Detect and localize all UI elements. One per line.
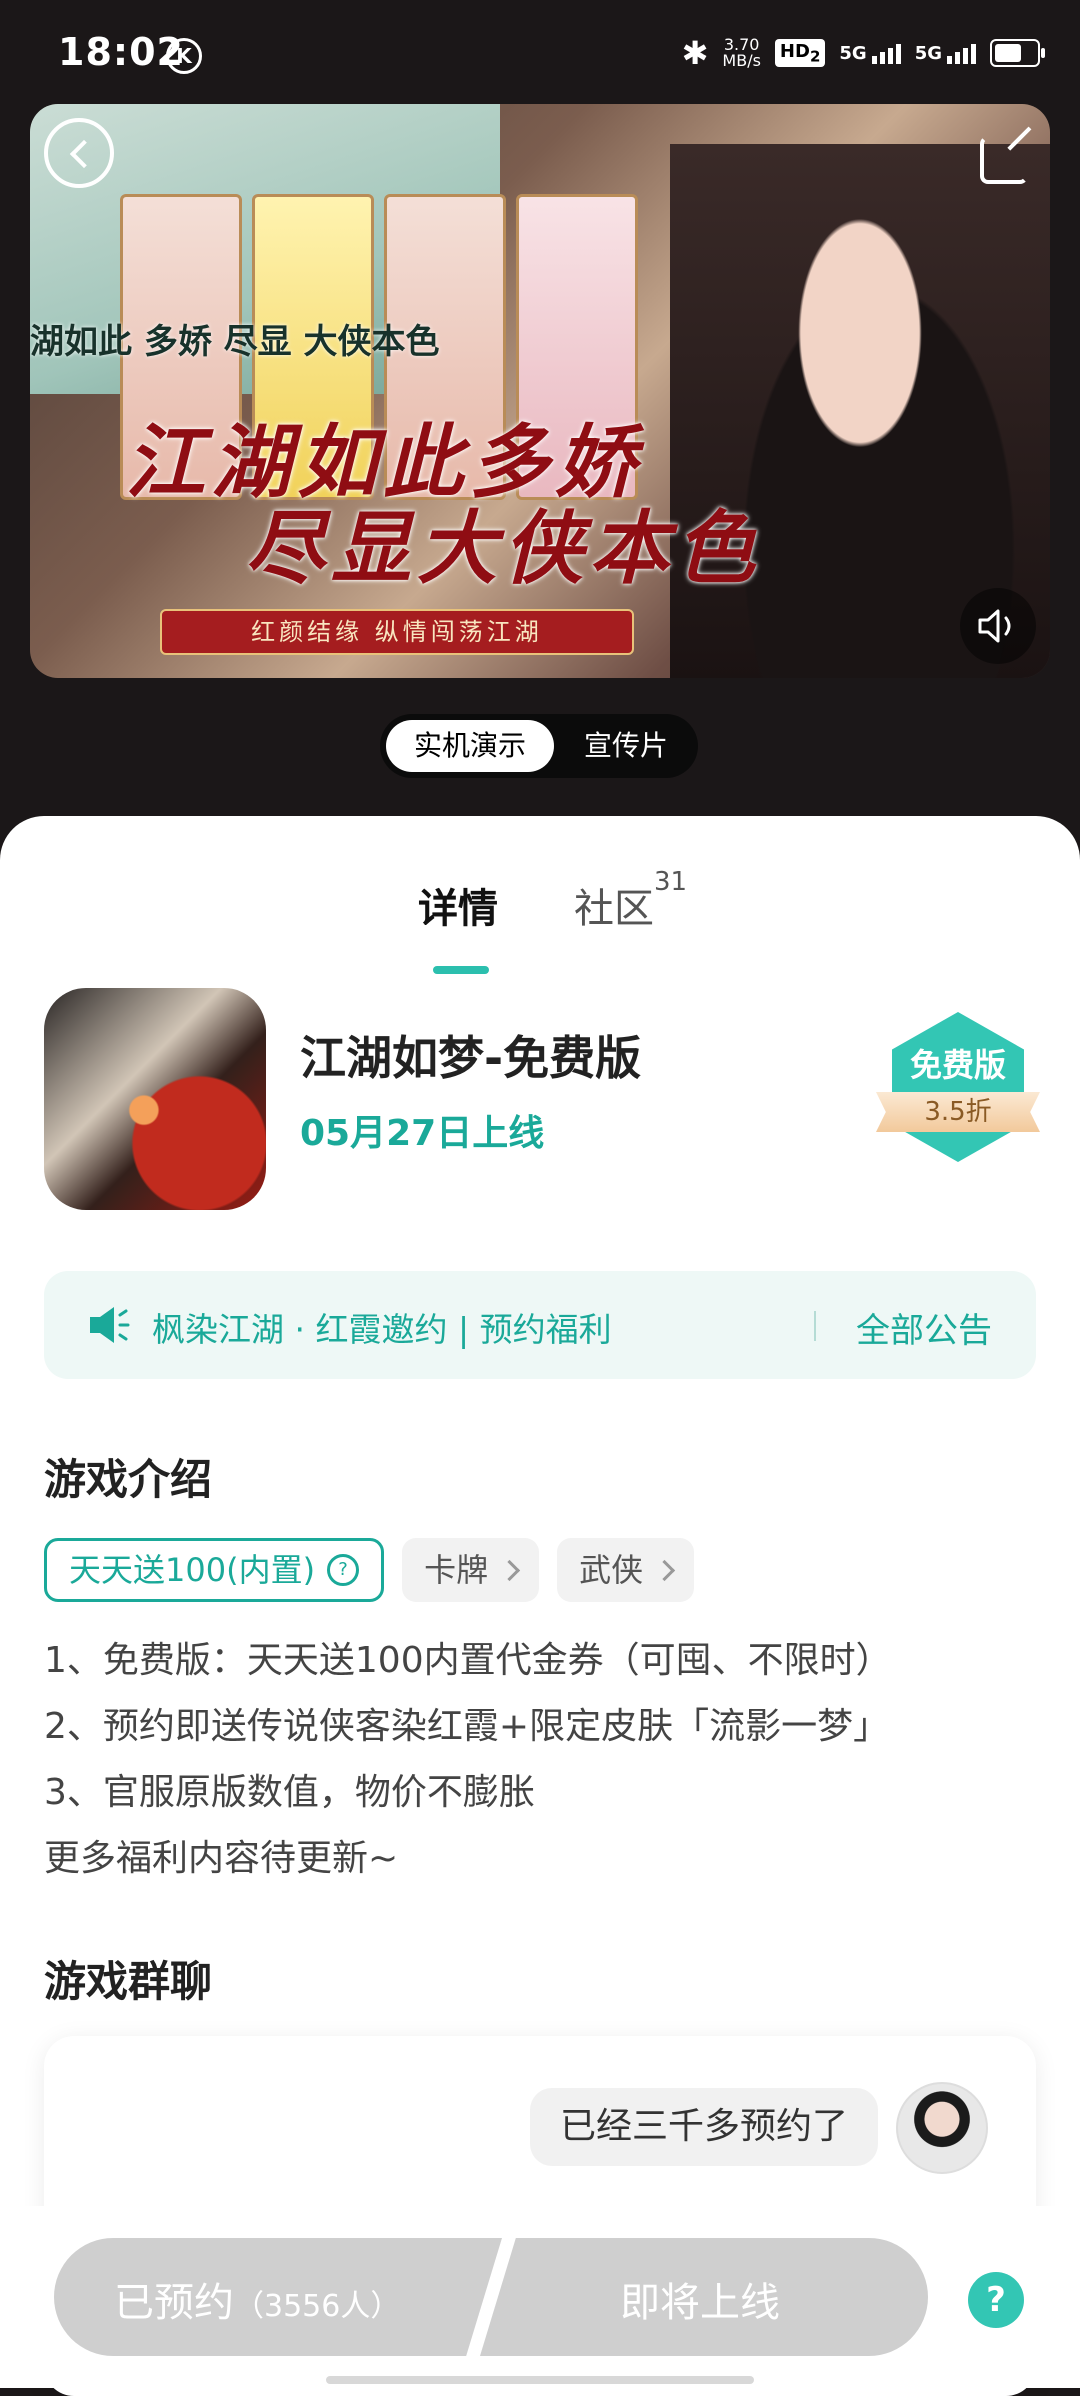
bottom-action-bar: 已预约（3556人） 即将上线 ? [0,2206,1080,2388]
discount-badge: 免费版 3.5折 [870,1012,1046,1182]
reserved-button[interactable]: 已预约（3556人） [54,2238,502,2356]
intro-line: 更多福利内容待更新~ [44,1838,399,1879]
banner-top-text: 湖如此 多娇 尽显 大侠本色 [30,322,440,362]
app-name: 江湖如梦-免费版 [300,1031,642,1085]
detail-sheet: 详情 社区31 江湖如梦-免费版 05月27日上线 免费版 3.5折 枫染江湖 … [0,816,1080,2396]
avatar [896,2082,988,2174]
tag-wuxia[interactable]: 武侠 [557,1538,695,1602]
tag-daily-100[interactable]: 天天送100(内置) ? [44,1538,385,1602]
signal-icon-sim1: 5G [839,43,901,64]
all-announcements-link[interactable]: 全部公告 [856,1303,992,1352]
toggle-trailer[interactable]: 宣传片 [560,720,692,772]
home-indicator[interactable] [326,2376,754,2384]
tag-card[interactable]: 卡牌 [402,1538,540,1602]
battery-icon [990,39,1045,67]
toggle-gameplay-demo[interactable]: 实机演示 [386,720,554,772]
reserved-count: （3556人） [234,2289,401,2324]
app-icon [44,988,266,1210]
help-icon[interactable]: ? [968,2272,1024,2328]
tab-bar: 详情 社区31 [0,856,1080,974]
release-date: 05月27日上线 [300,1113,545,1154]
badge-discount-ribbon: 3.5折 [876,1092,1040,1132]
media-banner[interactable]: 湖如此 多娇 尽显 大侠本色 江湖如此多娇 尽显大侠本色 红颜结缘 纵情闯荡江湖 [30,104,1050,678]
help-icon[interactable]: ? [327,1554,360,1586]
intro-line: 2、预约即送传说侠客染红霞+限定皮肤「流影一梦」 [44,1706,890,1747]
sound-icon[interactable] [960,588,1036,664]
group-chat-title: 游戏群聊 [44,1957,213,2006]
k-app-icon: K [166,38,202,74]
bluetooth-icon: ✱ [681,34,709,72]
community-count: 31 [654,866,688,897]
speaker-icon [90,1307,130,1343]
intro-line: 1、免费版：天天送100内置代金券（可囤、不限时） [44,1640,892,1681]
intro-description: 1、免费版：天天送100内置代金券（可囤、不限时） 2、预约即送传说侠客染红霞+… [44,1628,892,1892]
media-toggle: 实机演示 宣传片 [380,714,698,778]
signal-icon-sim2: 5G [915,43,976,64]
intro-line: 3、官服原版数值，物价不膨胀 [44,1772,535,1813]
announcement-bar[interactable]: 枫染江湖 · 红霞邀约 | 预约福利 全部公告 [44,1271,1036,1379]
status-bar: 18:02 K ✱ 3.70 MB/s HD2 5G 5G [0,0,1080,110]
hd-voice-icon: HD2 [774,38,826,68]
status-time: 18:02 [58,30,184,74]
tab-details[interactable]: 详情 [418,876,498,934]
banner-tagline: 红颜结缘 纵情闯荡江湖 [160,609,634,655]
network-speed: 3.70 MB/s [722,35,761,70]
announcement-text: 枫染江湖 · 红霞邀约 | 预约福利 [152,1310,612,1349]
chevron-right-icon [653,1559,676,1581]
announcement-divider [814,1311,816,1341]
back-icon[interactable] [44,118,114,188]
intro-title: 游戏介绍 [44,1455,213,1504]
share-icon[interactable] [970,118,1040,188]
status-icons: ✱ 3.70 MB/s HD2 5G 5G [681,34,1045,72]
chat-message: 已经三千多预约了 [529,2088,878,2166]
banner-calligraphy: 江湖如此多娇 尽显大侠本色 [125,415,761,595]
badge-hexagon [892,1012,1024,1162]
tab-community[interactable]: 社区31 [574,867,687,934]
tab-indicator [433,966,489,974]
chevron-right-icon [498,1559,521,1581]
tag-list: 天天送100(内置) ? 卡牌 武侠 [44,1538,695,1602]
coming-soon-button[interactable]: 即将上线 [480,2238,928,2356]
badge-free-label: 免费版 [909,1046,1006,1084]
